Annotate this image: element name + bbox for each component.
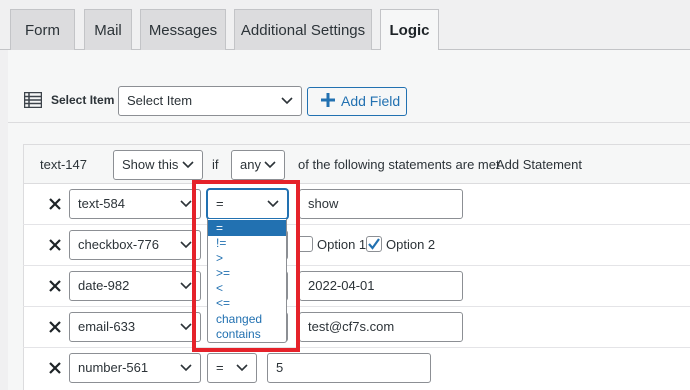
close-icon[interactable] — [49, 280, 61, 292]
row-field-select[interactable]: email-633 — [69, 312, 201, 342]
tab-messages[interactable]: Messages — [140, 9, 226, 51]
chevron-down-icon — [180, 241, 192, 249]
row-field-value: text-584 — [78, 196, 125, 211]
tab-form[interactable]: Form — [10, 9, 75, 51]
row-operator-select[interactable]: = — [207, 353, 257, 383]
checkmark-icon — [368, 238, 380, 250]
row-field-select[interactable]: checkbox-776 — [69, 230, 201, 260]
row-divider — [23, 347, 690, 348]
row-value-input[interactable]: show — [299, 189, 463, 219]
add-field-label: Add Field — [341, 93, 401, 109]
toolbar: Select Item Select Item Add Field — [8, 50, 690, 123]
show-select[interactable]: Show this — [113, 150, 203, 180]
chevron-down-icon — [182, 161, 194, 169]
select-item-label: Select Item — [51, 93, 115, 107]
row-divider — [23, 224, 690, 225]
list-icon — [24, 92, 42, 108]
row-field-value: number-561 — [78, 360, 149, 375]
chevron-down-icon — [180, 364, 192, 372]
show-select-value: Show this — [122, 157, 179, 172]
highlight-box — [192, 180, 300, 352]
if-label: if — [212, 157, 219, 172]
row-value-text: 2022-04-01 — [308, 278, 375, 293]
row-value-input[interactable]: test@cf7s.com — [299, 312, 463, 342]
close-icon[interactable] — [49, 239, 61, 251]
row-value-text: test@cf7s.com — [308, 319, 395, 334]
option2-label: Option 2 — [386, 237, 436, 252]
row-value-text: show — [308, 196, 339, 211]
tab-mail[interactable]: Mail — [84, 9, 132, 51]
close-icon[interactable] — [49, 362, 61, 374]
row-field-select[interactable]: number-561 — [69, 353, 201, 383]
close-icon[interactable] — [49, 198, 61, 210]
option1-label: Option 1 — [317, 237, 367, 252]
row-value-text: 5 — [276, 360, 284, 375]
row-operator-value: = — [216, 360, 224, 375]
field-name: text-147 — [40, 157, 87, 172]
select-item-value: Select Item — [127, 93, 193, 108]
chevron-down-icon — [180, 200, 192, 208]
add-statement-link[interactable]: Add Statement — [496, 157, 582, 172]
row-field-select[interactable]: date-982 — [69, 271, 201, 301]
plus-icon — [321, 93, 335, 107]
chevron-down-icon — [180, 282, 192, 290]
any-select[interactable]: any — [231, 150, 285, 180]
logic-header: text-147 Show this if any of the followi… — [24, 144, 690, 184]
row-divider — [23, 306, 690, 307]
row-divider — [23, 265, 690, 266]
tab-logic[interactable]: Logic — [380, 9, 439, 51]
row-field-select[interactable]: text-584 — [69, 189, 201, 219]
option2-checkbox[interactable] — [366, 236, 382, 252]
any-select-value: any — [240, 157, 261, 172]
close-icon[interactable] — [49, 321, 61, 333]
statement-text: of the following statements are met — [298, 157, 500, 172]
add-field-button[interactable]: Add Field — [307, 87, 407, 116]
chevron-down-icon — [281, 97, 293, 105]
chevron-down-icon — [180, 323, 192, 331]
row-value-input[interactable]: 2022-04-01 — [299, 271, 463, 301]
row-field-value: checkbox-776 — [78, 237, 159, 252]
row-field-value: date-982 — [78, 278, 130, 293]
chevron-down-icon — [264, 161, 276, 169]
row-field-value: email-633 — [78, 319, 136, 334]
tab-additional-settings[interactable]: Additional Settings — [234, 9, 372, 51]
select-item-dropdown[interactable]: Select Item — [118, 86, 302, 116]
row-value-input[interactable]: 5 — [267, 353, 431, 383]
chevron-down-icon — [236, 364, 248, 372]
tab-bar: Form Mail Messages Additional Settings L… — [0, 0, 690, 51]
